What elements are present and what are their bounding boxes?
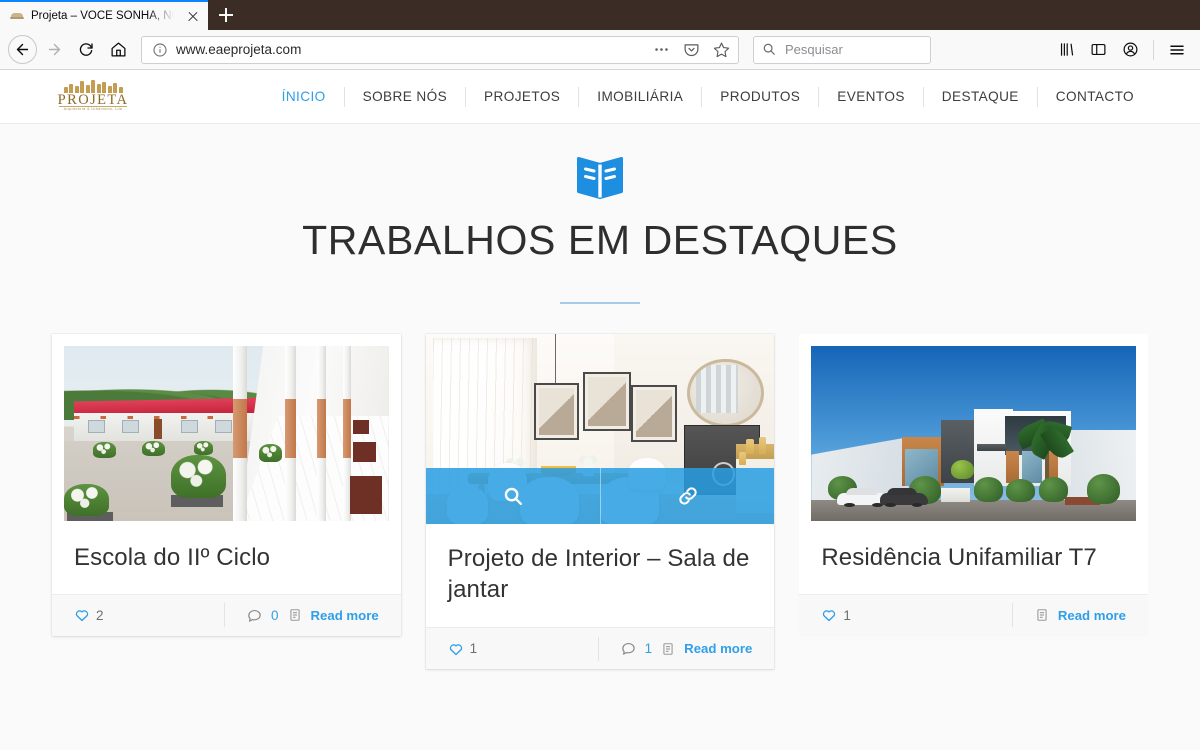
heart-icon xyxy=(821,607,837,623)
nav-item-eventos[interactable]: EVENTOS xyxy=(818,86,923,107)
library-icon[interactable] xyxy=(1051,35,1081,65)
work-card-footer: 2 0 Read more xyxy=(52,593,401,636)
like-count[interactable]: 2 xyxy=(74,607,104,623)
nav-item-produtos[interactable]: PRODUTOS xyxy=(701,86,818,107)
title-divider xyxy=(560,302,640,304)
tab-strip: Projeta – VOCÊ SONHA, NÓS PR xyxy=(0,0,1200,30)
back-button[interactable] xyxy=(8,35,37,64)
image-hover-overlay xyxy=(425,468,775,524)
open-book-icon xyxy=(574,155,626,201)
logo-building-icon xyxy=(61,78,125,93)
page-title: TRABALHOS EM DESTAQUES xyxy=(302,217,898,263)
work-card-actions: 0 Read more xyxy=(223,603,379,628)
forward-button[interactable] xyxy=(39,35,69,65)
work-card-image[interactable] xyxy=(64,346,389,521)
home-button[interactable] xyxy=(103,35,133,65)
work-card-title[interactable]: Escola do IIº Ciclo xyxy=(52,521,401,594)
tab-title: Projeta – VOCÊ SONHA, NÓS PR xyxy=(31,10,177,22)
toolbar-divider xyxy=(1153,39,1154,60)
work-card-footer: 1 Read more xyxy=(799,593,1149,636)
star-icon[interactable] xyxy=(710,39,732,61)
site-favicon xyxy=(10,9,24,23)
search-icon xyxy=(762,42,778,58)
document-icon xyxy=(288,608,302,622)
account-icon[interactable] xyxy=(1115,35,1145,65)
pocket-icon[interactable] xyxy=(680,39,702,61)
chain-link-icon[interactable] xyxy=(600,468,774,524)
page-content: TRABALHOS EM DESTAQUES Escola do IIº Cic… xyxy=(0,155,1200,750)
document-icon xyxy=(661,642,675,656)
school-courtyard-render xyxy=(64,346,389,521)
work-card[interactable]: Residência Unifamiliar T7 1 Read more xyxy=(799,334,1149,636)
sidebar-icon[interactable] xyxy=(1083,35,1113,65)
comment-count-value: 0 xyxy=(270,607,279,623)
nav-item-inicio[interactable]: ÍNICIO xyxy=(264,87,344,107)
like-count-value: 1 xyxy=(843,607,851,623)
work-card-title[interactable]: Residência Unifamiliar T7 xyxy=(799,521,1148,594)
footer-divider xyxy=(597,636,599,661)
work-card[interactable]: Projeto de Interior – Sala de jantar 1 1… xyxy=(425,334,775,670)
comment-icon xyxy=(621,641,636,656)
work-card-actions: Read more xyxy=(1011,603,1126,628)
logo-tagline: Arquitetura & Urbanismo, Lda xyxy=(63,106,123,111)
comment-icon xyxy=(247,608,262,623)
reload-button[interactable] xyxy=(71,35,101,65)
footer-divider xyxy=(1011,603,1013,628)
work-card-image[interactable] xyxy=(811,346,1137,521)
work-card-title[interactable]: Projeto de Interior – Sala de jantar xyxy=(426,524,775,627)
nav-item-contacto[interactable]: CONTACTO xyxy=(1036,86,1152,107)
new-tab-button[interactable] xyxy=(208,0,244,30)
like-count-value: 2 xyxy=(96,607,104,623)
ellipsis-icon[interactable] xyxy=(650,39,672,61)
read-more-link[interactable]: Read more xyxy=(684,641,752,656)
work-card-footer: 1 1 Read more xyxy=(425,627,775,670)
modern-villa-render xyxy=(811,346,1137,521)
browser-toolbar: www.eaeprojeta.com Pesquisar xyxy=(0,30,1200,70)
like-count[interactable]: 1 xyxy=(821,607,851,623)
footer-divider xyxy=(223,603,225,628)
site-header: PROJETA Arquitetura & Urbanismo, Lda ÍNI… xyxy=(0,70,1200,124)
document-icon xyxy=(1035,608,1049,622)
nav-item-sobre-nos[interactable]: SOBRE NÓS xyxy=(343,86,465,107)
search-input[interactable]: Pesquisar xyxy=(785,42,843,57)
read-more-link[interactable]: Read more xyxy=(311,608,379,623)
page-info-icon[interactable] xyxy=(152,42,168,58)
like-count-value: 1 xyxy=(469,641,478,657)
hamburger-menu-icon[interactable] xyxy=(1162,35,1192,65)
address-bar[interactable]: www.eaeprojeta.com xyxy=(141,35,739,64)
browser-tab[interactable]: Projeta – VOCÊ SONHA, NÓS PR xyxy=(0,0,208,30)
work-card[interactable]: Escola do IIº Ciclo 2 0 Read more xyxy=(52,334,401,636)
toolbar-right-icons xyxy=(1051,35,1192,65)
heart-icon xyxy=(74,607,90,623)
close-icon[interactable] xyxy=(184,7,202,25)
like-count[interactable]: 1 xyxy=(448,641,478,657)
featured-works-grid: Escola do IIº Ciclo 2 0 Read more Projet… xyxy=(0,334,1200,670)
url-text: www.eaeprojeta.com xyxy=(176,42,302,57)
nav-item-imobiliaria[interactable]: IMOBILIÁRIA xyxy=(578,86,701,107)
search-bar[interactable]: Pesquisar xyxy=(753,35,931,64)
browser-window: Projeta – VOCÊ SONHA, NÓS PR www.eaeproj… xyxy=(0,0,1200,750)
main-navigation: ÍNICIO SOBRE NÓS PROJETOS IMOBILIÁRIA PR… xyxy=(264,86,1152,107)
nav-item-destaque[interactable]: DESTAQUE xyxy=(922,86,1037,107)
heart-icon xyxy=(448,641,464,657)
comment-count-value: 1 xyxy=(644,641,653,657)
nav-item-projetos[interactable]: PROJETOS xyxy=(465,86,578,107)
magnifier-icon[interactable] xyxy=(426,468,600,524)
work-card-image[interactable] xyxy=(425,334,775,524)
site-logo[interactable]: PROJETA Arquitetura & Urbanismo, Lda xyxy=(55,77,131,117)
read-more-link[interactable]: Read more xyxy=(1058,608,1126,623)
work-card-actions: 1 Read more xyxy=(597,636,752,661)
